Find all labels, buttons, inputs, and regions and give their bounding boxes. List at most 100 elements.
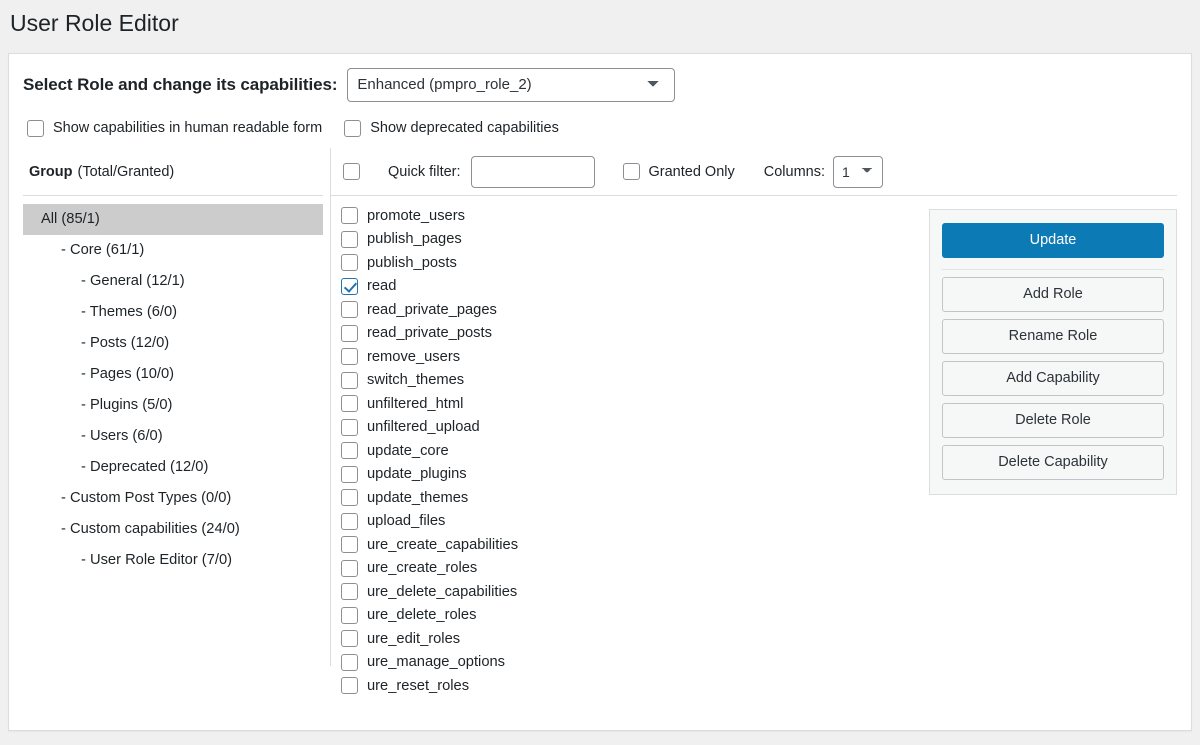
capability-row[interactable]: promote_users xyxy=(341,204,921,228)
capability-label: promote_users xyxy=(367,207,465,224)
show-human-readable-checkbox[interactable] xyxy=(27,119,44,137)
group-tree-item[interactable]: - Custom Post Types (0/0) xyxy=(23,483,323,514)
role-select[interactable]: Enhanced (pmpro_role_2) xyxy=(347,68,676,102)
capability-row[interactable]: ure_manage_options xyxy=(341,651,921,675)
capability-label: remove_users xyxy=(367,348,461,365)
add-role-button[interactable]: Add Role xyxy=(942,277,1164,312)
capability-checkbox[interactable] xyxy=(341,254,358,272)
add-capability-button[interactable]: Add Capability xyxy=(942,361,1164,396)
capability-row[interactable]: update_core xyxy=(341,439,921,463)
group-tree-item[interactable]: - Custom capabilities (24/0) xyxy=(23,514,323,545)
capability-row[interactable]: remove_users xyxy=(341,345,921,369)
select-all-checkbox[interactable] xyxy=(343,163,360,180)
group-tree-item[interactable]: - Posts (12/0) xyxy=(23,328,323,359)
group-tree-item-label: - Deprecated (12/0) xyxy=(81,459,209,475)
capability-checkbox[interactable] xyxy=(341,536,358,554)
delete-capability-button[interactable]: Delete Capability xyxy=(942,445,1164,480)
capability-row[interactable]: ure_delete_roles xyxy=(341,604,921,628)
group-tree-item-label: - Core (61/1) xyxy=(61,242,145,258)
capability-checkbox[interactable] xyxy=(341,630,358,648)
capability-checkbox[interactable] xyxy=(341,277,358,295)
capability-list: promote_users publish_pages publish_posts r… xyxy=(341,204,921,698)
group-tree-item-label: - User Role Editor (7/0) xyxy=(81,552,232,568)
capability-checkbox[interactable] xyxy=(341,324,358,342)
show-human-readable-option[interactable]: Show capabilities in human readable form xyxy=(27,119,322,137)
capability-checkbox[interactable] xyxy=(341,489,358,507)
capability-checkbox[interactable] xyxy=(341,348,358,366)
capability-row[interactable]: unfiltered_html xyxy=(341,392,921,416)
capability-checkbox[interactable] xyxy=(341,230,358,248)
capability-label: ure_create_roles xyxy=(367,560,478,577)
group-header-subtitle: (Total/Granted) xyxy=(77,163,175,180)
editor-body: Group (Total/Granted) Quick filter: Gran… xyxy=(9,148,1191,730)
group-tree-item-label: - Plugins (5/0) xyxy=(81,397,173,413)
capability-row[interactable]: read xyxy=(341,275,921,299)
show-deprecated-checkbox[interactable] xyxy=(344,119,362,137)
capability-checkbox[interactable] xyxy=(341,442,358,460)
capability-label: ure_create_capabilities xyxy=(367,536,519,553)
group-tree-item-label: All (85/1) xyxy=(41,211,100,227)
group-column-header: Group (Total/Granted) xyxy=(23,148,323,196)
group-tree-item-label: - Pages (10/0) xyxy=(81,366,175,382)
quick-filter-input[interactable] xyxy=(470,155,595,188)
capability-row[interactable]: read_private_posts xyxy=(341,322,921,346)
capability-checkbox[interactable] xyxy=(341,395,358,413)
capability-checkbox[interactable] xyxy=(341,583,358,601)
group-tree-item[interactable]: - Users (6/0) xyxy=(23,421,323,452)
capability-row[interactable]: upload_files xyxy=(341,510,921,534)
capability-row[interactable]: ure_create_capabilities xyxy=(341,533,921,557)
capability-row[interactable]: update_plugins xyxy=(341,463,921,487)
capability-checkbox[interactable] xyxy=(341,606,358,624)
capability-checkbox[interactable] xyxy=(341,677,358,695)
capability-row[interactable]: publish_posts xyxy=(341,251,921,275)
capability-label: upload_files xyxy=(367,513,446,530)
capability-label: ure_manage_options xyxy=(367,654,506,671)
group-tree-item-label: - General (12/1) xyxy=(81,273,185,289)
columns-select[interactable]: 123 xyxy=(833,155,884,188)
group-tree-item[interactable]: - Deprecated (12/0) xyxy=(23,452,323,483)
capability-checkbox[interactable] xyxy=(341,559,358,577)
capability-row[interactable]: ure_reset_roles xyxy=(341,674,921,698)
capability-checkbox[interactable] xyxy=(341,465,358,483)
capability-row[interactable]: ure_delete_capabilities xyxy=(341,580,921,604)
group-tree-item[interactable]: - Core (61/1) xyxy=(23,235,323,266)
capability-label: ure_delete_capabilities xyxy=(367,583,518,600)
group-tree-item[interactable]: - Themes (6/0) xyxy=(23,297,323,328)
capability-label: update_core xyxy=(367,442,449,459)
capability-checkbox[interactable] xyxy=(341,653,358,671)
rename-role-button[interactable]: Rename Role xyxy=(942,319,1164,354)
delete-role-button[interactable]: Delete Role xyxy=(942,403,1164,438)
group-tree-item[interactable]: - Pages (10/0) xyxy=(23,359,323,390)
group-tree-item-label: - Users (6/0) xyxy=(81,428,163,444)
capability-row[interactable]: switch_themes xyxy=(341,369,921,393)
capability-row[interactable]: read_private_pages xyxy=(341,298,921,322)
granted-only-label: Granted Only xyxy=(648,163,735,180)
capability-checkbox[interactable] xyxy=(341,418,358,436)
group-tree-item[interactable]: - General (12/1) xyxy=(23,266,323,297)
capability-row[interactable]: unfiltered_upload xyxy=(341,416,921,440)
role-selection-header: Select Role and change its capabilities:… xyxy=(9,54,1191,102)
capability-checkbox[interactable] xyxy=(341,301,358,319)
show-deprecated-option[interactable]: Show deprecated capabilities xyxy=(344,119,559,137)
capability-row[interactable]: ure_edit_roles xyxy=(341,627,921,651)
group-tree-item[interactable]: All (85/1) xyxy=(23,204,323,235)
capability-checkbox[interactable] xyxy=(341,207,358,225)
user-role-editor-panel: Select Role and change its capabilities:… xyxy=(8,53,1192,731)
panel-separator xyxy=(942,269,1164,270)
capability-row[interactable]: ure_create_roles xyxy=(341,557,921,581)
capability-label: publish_pages xyxy=(367,231,462,248)
update-button[interactable]: Update xyxy=(942,223,1164,258)
capability-row[interactable]: update_themes xyxy=(341,486,921,510)
granted-only-checkbox[interactable] xyxy=(622,163,640,180)
page-title: User Role Editor xyxy=(10,10,179,36)
action-button-panel: Update Add Role Rename Role Add Capabili… xyxy=(929,209,1177,495)
filter-toolbar: Quick filter: Granted Only Columns: 123 xyxy=(331,148,1177,196)
group-tree-item[interactable]: - Plugins (5/0) xyxy=(23,390,323,421)
group-tree: All (85/1) - Core (61/1) - General (12/1) -… xyxy=(23,204,323,576)
capability-label: ure_edit_roles xyxy=(367,630,461,647)
capability-checkbox[interactable] xyxy=(341,512,358,530)
group-tree-item[interactable]: - User Role Editor (7/0) xyxy=(23,545,323,576)
capability-row[interactable]: publish_pages xyxy=(341,228,921,252)
capability-checkbox[interactable] xyxy=(341,371,358,389)
group-tree-item-label: - Themes (6/0) xyxy=(81,304,178,320)
